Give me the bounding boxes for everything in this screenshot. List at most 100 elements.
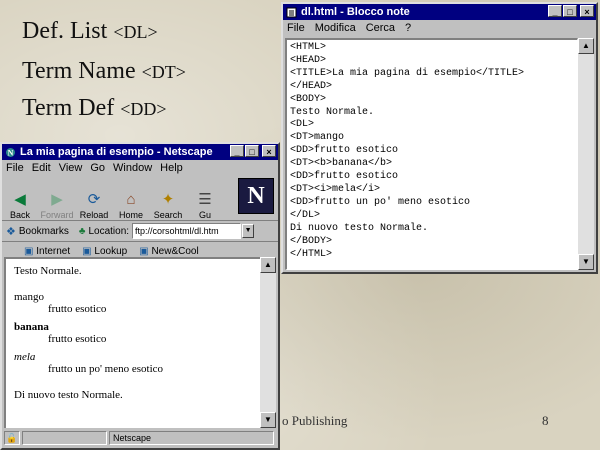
term-mela: mela	[14, 351, 36, 363]
slide-line-term-name: Term Name <DT>	[22, 58, 186, 85]
bookmarks-button[interactable]: Bookmarks	[19, 226, 69, 237]
location-dropdown-icon[interactable]: ▼	[242, 224, 255, 238]
guide-icon: ☰	[198, 191, 212, 208]
scroll-down-icon[interactable]: ▼	[260, 412, 276, 428]
menu-window[interactable]: Window	[113, 162, 152, 174]
notepad-titlebar[interactable]: dl.html - Blocco note _ □ ×	[283, 4, 596, 20]
reload-button[interactable]: ⟳ Reload	[78, 190, 110, 220]
menu-file[interactable]: File	[6, 162, 24, 174]
progress-cell	[22, 431, 107, 445]
netscape-title: La mia pagina di esempio - Netscape	[20, 146, 213, 158]
menu-edit[interactable]: Edit	[32, 162, 51, 174]
netscape-window: N La mia pagina di esempio - Netscape _ …	[0, 142, 280, 450]
menu-view[interactable]: View	[59, 162, 83, 174]
forward-button[interactable]: ▶ Forward	[41, 190, 74, 220]
dir-lookup-button[interactable]: ▣ Lookup	[82, 246, 127, 257]
page-content: Testo Normale. mango frutto esotico bana…	[4, 257, 260, 428]
menu-help[interactable]: ?	[405, 22, 411, 34]
netscape-icon: N	[4, 146, 16, 158]
bookmark-icon: ▣	[24, 245, 34, 257]
notepad-text-area[interactable]: <HTML> <HEAD> <TITLE>La mia pagina di esem…	[285, 38, 578, 270]
def-mango: frutto esotico	[48, 303, 107, 315]
bookmarks-icon[interactable]: ❖	[6, 225, 16, 238]
slide-footer: o Publishing	[282, 413, 348, 428]
close-button[interactable]: ×	[580, 5, 594, 17]
home-icon: ⌂	[126, 190, 136, 208]
def-mela: frutto un po' meno esotico	[48, 363, 164, 375]
intro-text: Testo Normale.	[14, 265, 82, 277]
netscape-logo: N	[238, 178, 274, 214]
dir-internet-label: Internet	[36, 245, 71, 257]
notepad-line: <HEAD>	[290, 54, 327, 66]
close-button[interactable]: ×	[262, 145, 276, 157]
def-banana: frutto esotico	[48, 333, 107, 345]
dir-newcool-button[interactable]: ▣ New&Cool	[139, 246, 198, 257]
notepad-line: <HTML>	[290, 42, 327, 53]
notepad-line: <DL>	[290, 119, 315, 131]
notepad-line: Testo Normale.	[290, 106, 375, 118]
maximize-button[interactable]: □	[563, 5, 577, 17]
menu-go[interactable]: Go	[90, 162, 105, 174]
dir-newcool-label: New&Cool	[151, 245, 199, 257]
notepad-line: <DD>frutto esotico	[290, 145, 399, 157]
maximize-button[interactable]: □	[245, 145, 259, 157]
home-label: Home	[118, 210, 143, 220]
notepad-line: <DD>frutto esotico	[290, 171, 399, 183]
scroll-up-icon[interactable]: ▲	[260, 257, 276, 273]
slide-line-label: Term Def	[22, 95, 115, 121]
reload-label: Reload	[79, 210, 109, 220]
notepad-line: <DT>mango	[290, 132, 345, 144]
back-button[interactable]: ◀ Back	[4, 190, 36, 220]
notepad-line: </HTML>	[290, 248, 333, 260]
location-label: Location:	[88, 225, 130, 237]
back-label: Back	[9, 210, 30, 220]
term-mango: mango	[14, 291, 44, 303]
scroll-down-icon[interactable]: ▼	[578, 254, 594, 270]
bookmark-icon: ▣	[82, 245, 92, 257]
notepad-line: </BODY>	[290, 235, 333, 247]
dir-internet-button[interactable]: ▣ Internet	[24, 246, 70, 257]
notepad-window: dl.html - Blocco note _ □ × File Modific…	[281, 2, 598, 274]
back-arrow-icon: ◀	[14, 191, 26, 208]
search-button[interactable]: ✦ Search	[152, 190, 184, 220]
reload-icon: ⟳	[87, 191, 101, 208]
netscape-titlebar[interactable]: N La mia pagina di esempio - Netscape _ …	[2, 144, 278, 160]
location-bar: ❖ Bookmarks ♣ Location: ftp://corsohtml/…	[2, 220, 278, 241]
notepad-scrollbar[interactable]: ▲ ▼	[578, 38, 594, 270]
forward-arrow-icon: ▶	[51, 191, 63, 208]
bookmark-icon: ▣	[139, 245, 149, 257]
minimize-button[interactable]: _	[230, 145, 244, 157]
location-input[interactable]: ftp://corsohtml/dl.htm	[132, 223, 242, 239]
netscape-toolbar: ◀ Back ▶ Forward ⟳ Reload ⌂ Home ✦ Searc…	[2, 176, 278, 220]
netscape-menubar: File Edit View Go Window Help	[2, 160, 278, 176]
scroll-up-icon[interactable]: ▲	[578, 38, 594, 54]
notepad-title: dl.html - Blocco note	[301, 6, 410, 18]
menu-modifica[interactable]: Modifica	[315, 22, 356, 34]
slide-line-tag: <DL>	[113, 22, 158, 42]
notepad-menubar: File Modifica Cerca ?	[283, 20, 596, 36]
notepad-line: </HEAD>	[290, 80, 333, 92]
minimize-button[interactable]: _	[548, 5, 562, 17]
guide-button[interactable]: ☰ Gu	[189, 190, 221, 220]
location-icon: ♣	[78, 225, 86, 237]
guide-label: Gu	[198, 210, 211, 220]
slide-page-number: 8	[542, 413, 549, 428]
menu-file[interactable]: File	[287, 22, 305, 34]
slide-line-label: Def. List	[22, 18, 108, 44]
slide-line-term-def: Term Def <DD>	[22, 95, 167, 122]
home-button[interactable]: ⌂ Home	[115, 190, 147, 221]
menu-cerca[interactable]: Cerca	[366, 22, 395, 34]
status-bar: 🔓 Netscape	[4, 430, 276, 446]
notepad-line: <DT><b>banana</b>	[290, 158, 393, 170]
slide-line-tag: <DD>	[120, 99, 167, 119]
notepad-line: Di nuovo testo Normale.	[290, 222, 429, 234]
search-label: Search	[153, 210, 183, 220]
term-banana: banana	[14, 321, 49, 333]
netscape-scrollbar[interactable]: ▲ ▼	[260, 257, 276, 428]
outro-text: Di nuovo testo Normale.	[14, 389, 123, 401]
dir-lookup-label: Lookup	[94, 245, 128, 257]
notepad-line: <BODY>	[290, 93, 327, 105]
menu-help[interactable]: Help	[160, 162, 183, 174]
security-icon[interactable]: 🔓	[4, 431, 20, 445]
slide-line-def-list: Def. List <DL>	[22, 18, 158, 45]
